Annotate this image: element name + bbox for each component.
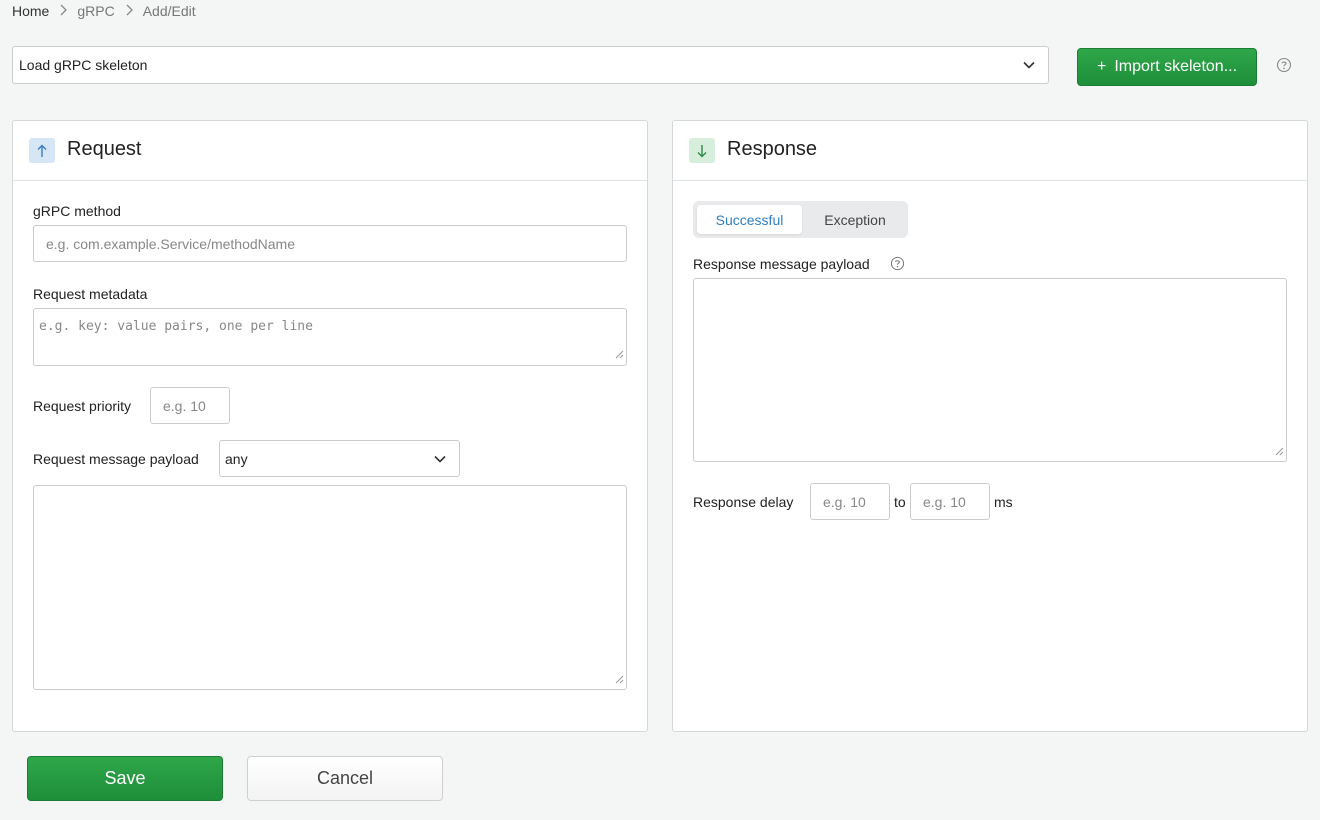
chevron-down-icon	[1022, 58, 1036, 75]
response-title: Response	[727, 138, 818, 160]
response-panel: Response Successful Exception Response m…	[672, 120, 1308, 732]
response-delay-max-input[interactable]: e.g. 10	[910, 483, 990, 520]
response-type-toggle: Successful Exception	[693, 201, 908, 238]
tab-successful[interactable]: Successful	[697, 205, 802, 234]
request-panel: Request gRPC method e.g. com.example.Ser…	[12, 120, 648, 732]
grpc-method-placeholder: e.g. com.example.Service/methodName	[46, 235, 295, 252]
response-delay-max-placeholder: e.g. 10	[923, 493, 966, 510]
chevron-right-icon	[59, 4, 68, 19]
breadcrumb: Home gRPC Add/Edit	[12, 3, 196, 19]
arrow-up-icon	[29, 138, 55, 163]
request-payload-match-value: any	[225, 450, 248, 467]
arrow-down-icon	[689, 138, 715, 163]
load-skeleton-label: Load gRPC skeleton	[19, 57, 148, 73]
response-panel-header: Response	[673, 121, 1307, 181]
resize-handle-icon[interactable]	[615, 671, 624, 687]
grpc-method-label: gRPC method	[33, 203, 121, 219]
import-skeleton-label: Import skeleton...	[1114, 58, 1238, 75]
response-payload-textarea[interactable]	[693, 278, 1287, 462]
response-delay-to-label: to	[894, 494, 906, 510]
request-priority-label: Request priority	[33, 398, 132, 414]
chevron-down-icon	[433, 452, 447, 469]
request-payload-label: Request message payload	[33, 451, 199, 467]
help-icon[interactable]	[1276, 57, 1292, 78]
request-payload-match-select[interactable]: any	[219, 440, 460, 477]
save-button-label: Save	[104, 768, 146, 788]
breadcrumb-current: Add/Edit	[142, 3, 196, 19]
request-panel-header: Request	[13, 121, 647, 181]
response-delay-label: Response delay	[693, 494, 794, 510]
cancel-button[interactable]: Cancel	[247, 756, 443, 801]
resize-handle-icon[interactable]	[615, 348, 624, 363]
request-title: Request	[67, 138, 142, 160]
request-metadata-placeholder: e.g. key: value pairs, one per line	[39, 319, 313, 334]
breadcrumb-home[interactable]: Home	[12, 3, 49, 19]
resize-handle-icon[interactable]	[1275, 443, 1284, 459]
response-delay-unit: ms	[994, 494, 1013, 510]
import-skeleton-button[interactable]: + Import skeleton...	[1077, 48, 1257, 86]
chevron-right-icon	[125, 4, 133, 19]
response-delay-min-input[interactable]: e.g. 10	[810, 483, 890, 520]
grpc-method-input[interactable]: e.g. com.example.Service/methodName	[33, 225, 627, 262]
cancel-button-label: Cancel	[316, 768, 374, 788]
tab-exception[interactable]: Exception	[805, 205, 905, 234]
breadcrumb-grpc[interactable]: gRPC	[77, 3, 114, 19]
request-priority-input[interactable]: e.g. 10	[150, 387, 230, 424]
load-skeleton-select[interactable]: Load gRPC skeleton	[12, 46, 1049, 84]
request-metadata-textarea[interactable]: e.g. key: value pairs, one per line	[33, 308, 627, 366]
plus-icon: +	[1096, 58, 1107, 75]
response-delay-min-placeholder: e.g. 10	[823, 493, 866, 510]
save-button[interactable]: Save	[27, 756, 223, 801]
request-priority-placeholder: e.g. 10	[163, 397, 206, 414]
request-metadata-label: Request metadata	[33, 286, 148, 302]
help-icon[interactable]	[890, 256, 905, 276]
request-payload-textarea[interactable]	[33, 485, 627, 690]
response-payload-label: Response message payload	[693, 256, 870, 272]
